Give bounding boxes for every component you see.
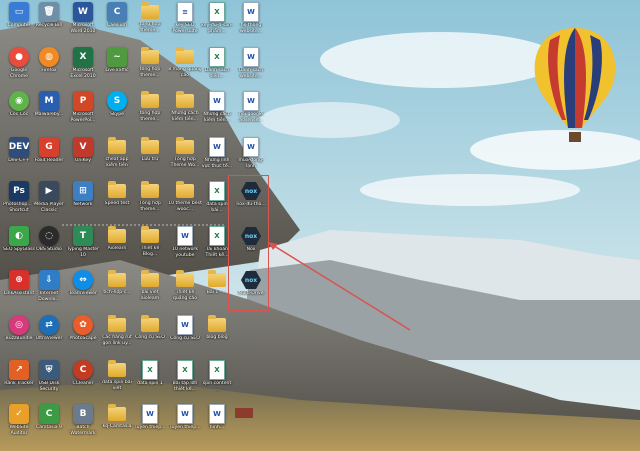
annotation-arrow — [268, 242, 411, 331]
